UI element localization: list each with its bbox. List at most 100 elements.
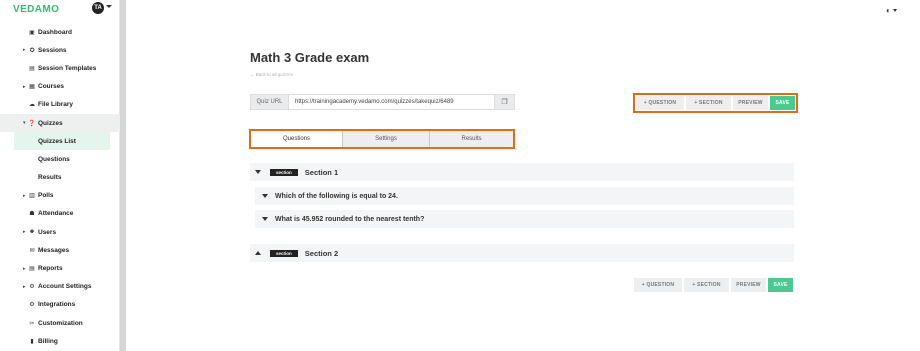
sidebar-item-label: Session Templates <box>38 64 97 72</box>
sidebar-item-reports[interactable]: ▸ ▤ Reports <box>0 259 120 277</box>
sidebar-item-label: Messages <box>38 246 70 254</box>
chevron-down-icon: ▾ <box>23 120 26 127</box>
question-row[interactable]: Which of the following is equal to 24. <box>255 187 794 205</box>
brand-logo[interactable]: VEDAMO <box>13 4 59 15</box>
sidebar-item-label: Quizzes <box>38 119 63 127</box>
reports-icon: ▤ <box>29 266 35 273</box>
collapse-icon[interactable] <box>262 217 268 221</box>
collapse-icon[interactable] <box>262 194 268 198</box>
question-text: Which of the following is equal to 24. <box>275 192 398 200</box>
chevron-right-icon: ▸ <box>23 192 26 199</box>
sidebar-item-label: Polls <box>38 192 54 200</box>
sidebar-item-label: Users <box>38 228 57 236</box>
chevron-right-icon: ▸ <box>23 47 26 54</box>
chevron-right-icon: ▸ <box>23 229 26 236</box>
sidebar-item-label: Billing <box>38 337 58 345</box>
sidebar-item-integrations[interactable]: ⚙ Integrations <box>0 296 120 314</box>
cloud-icon: ☁ <box>29 102 35 109</box>
sidebar-item-sessions[interactable]: ▸ ✪ Sessions <box>0 41 120 59</box>
add-section-button[interactable]: + SECTION <box>684 278 729 292</box>
billing-icon: ▮ <box>30 338 34 345</box>
section-title: Section 1 <box>304 167 339 177</box>
sidebar-item-attendance[interactable]: ☗ Attendance <box>0 205 120 223</box>
avatar[interactable]: TA <box>92 2 104 14</box>
help-menu[interactable]: ◐ <box>886 6 897 15</box>
sidebar-item-label: Sessions <box>38 46 67 54</box>
chevron-right-icon: ▸ <box>23 265 26 272</box>
sidebar-item-questions[interactable]: Questions <box>0 150 120 168</box>
add-question-button[interactable]: + QUESTION <box>636 96 684 110</box>
templates-icon: ▤ <box>29 65 35 72</box>
dashboard-icon: ▣ <box>29 29 35 36</box>
sidebar-item-label: File Library <box>38 101 74 109</box>
sidebar-item-label: Customization <box>38 319 83 327</box>
sidebar-item-account-settings[interactable]: ▸ ⚙ Account Settings <box>0 278 120 296</box>
sidebar-item-polls[interactable]: ▸ ▥ Polls <box>0 187 120 205</box>
chevron-right-icon: ▸ <box>23 83 26 90</box>
quiz-url-field[interactable]: https://trainingacademy.vedamo.com/quizz… <box>288 94 495 110</box>
sidebar-nav: ▣ Dashboard ▸ ✪ Sessions ▤ Session Templ… <box>0 23 120 350</box>
quiz-url-label: Quiz URL <box>250 94 288 110</box>
sidebar-item-file-library[interactable]: ☁ File Library <box>0 96 120 114</box>
question-text: What is 45.952 rounded to the nearest te… <box>275 215 425 223</box>
preview-button[interactable]: PREVIEW <box>733 96 768 110</box>
quiz-toolbar-top: + QUESTION + SECTION PREVIEW SAVE <box>633 93 798 113</box>
add-section-button[interactable]: + SECTION <box>686 96 731 110</box>
sidebar-item-label: Courses <box>38 83 65 91</box>
expand-icon[interactable] <box>255 251 261 255</box>
sidebar-item-customization[interactable]: ✂ Customization <box>0 314 120 332</box>
chevron-down-icon <box>892 9 897 13</box>
sidebar-item-quizzes-list[interactable]: Quizzes List <box>14 132 110 151</box>
sidebar-item-session-templates[interactable]: ▤ Session Templates <box>0 59 120 77</box>
sidebar-item-label: Results <box>38 174 62 182</box>
sidebar-item-label: Dashboard <box>38 28 72 36</box>
back-link[interactable]: ← Back to all quizzes <box>250 72 293 77</box>
tab-settings[interactable]: Settings <box>343 131 430 147</box>
sidebar-item-billing[interactable]: ▮ Billing <box>0 332 120 350</box>
section-badge: section <box>270 168 298 176</box>
settings-icon: ⚙ <box>29 284 35 291</box>
section-row-1[interactable]: section Section 1 <box>250 163 794 181</box>
collapse-icon[interactable] <box>255 170 261 174</box>
add-question-button[interactable]: + QUESTION <box>634 278 682 292</box>
sidebar-item-messages[interactable]: ✉ Messages <box>0 241 120 259</box>
sidebar-scrollbar[interactable] <box>120 0 126 351</box>
section-title: Section 2 <box>304 248 339 258</box>
sidebar-item-label: Account Settings <box>38 283 92 291</box>
section-row-2[interactable]: section Section 2 <box>250 244 794 262</box>
chevron-right-icon: ▸ <box>23 283 26 290</box>
sidebar-item-users[interactable]: ▸ ☻ Users <box>0 223 120 241</box>
quiz-url-group: Quiz URL https://trainingacademy.vedamo.… <box>250 94 515 110</box>
sidebar-item-label: Reports <box>38 265 63 273</box>
save-button[interactable]: SAVE <box>770 96 795 110</box>
sidebar-item-courses[interactable]: ▸ ▦ Courses <box>0 78 120 96</box>
help-icon: ◐ <box>886 6 891 15</box>
copy-icon: ❐ <box>501 99 508 106</box>
question-row[interactable]: What is 45.952 rounded to the nearest te… <box>255 210 794 228</box>
chevron-down-icon[interactable] <box>106 5 112 8</box>
section-badge: section <box>270 249 298 257</box>
page-title: Math 3 Grade exam <box>250 50 370 65</box>
attendance-icon: ☗ <box>29 211 35 218</box>
sidebar-item-label: Attendance <box>38 210 74 218</box>
polls-icon: ▥ <box>29 193 35 200</box>
save-button[interactable]: SAVE <box>768 278 793 292</box>
sidebar-item-results[interactable]: Results <box>0 169 120 187</box>
users-icon: ☻ <box>28 229 36 236</box>
sidebar: VEDAMO TA ▣ Dashboard ▸ ✪ Sessions ▤ Ses… <box>0 0 120 351</box>
quiz-tabs: Questions Settings Results <box>249 129 515 149</box>
tab-results[interactable]: Results <box>430 131 513 147</box>
sidebar-item-quizzes[interactable]: ▾ ❓ Quizzes <box>0 113 120 133</box>
sidebar-item-label: Questions <box>38 155 70 163</box>
tab-questions[interactable]: Questions <box>251 131 343 147</box>
integrations-icon: ⚙ <box>29 302 35 309</box>
copy-url-button[interactable]: ❐ <box>495 94 515 110</box>
sidebar-item-label: Quizzes List <box>38 137 76 145</box>
sessions-icon: ✪ <box>29 47 35 54</box>
preview-button[interactable]: PREVIEW <box>731 278 766 292</box>
quiz-toolbar-bottom: + QUESTION + SECTION PREVIEW SAVE <box>634 278 793 292</box>
sidebar-item-label: Integrations <box>38 301 76 309</box>
sidebar-item-dashboard[interactable]: ▣ Dashboard <box>0 23 120 41</box>
courses-icon: ▦ <box>29 84 35 91</box>
messages-icon: ✉ <box>29 247 35 254</box>
